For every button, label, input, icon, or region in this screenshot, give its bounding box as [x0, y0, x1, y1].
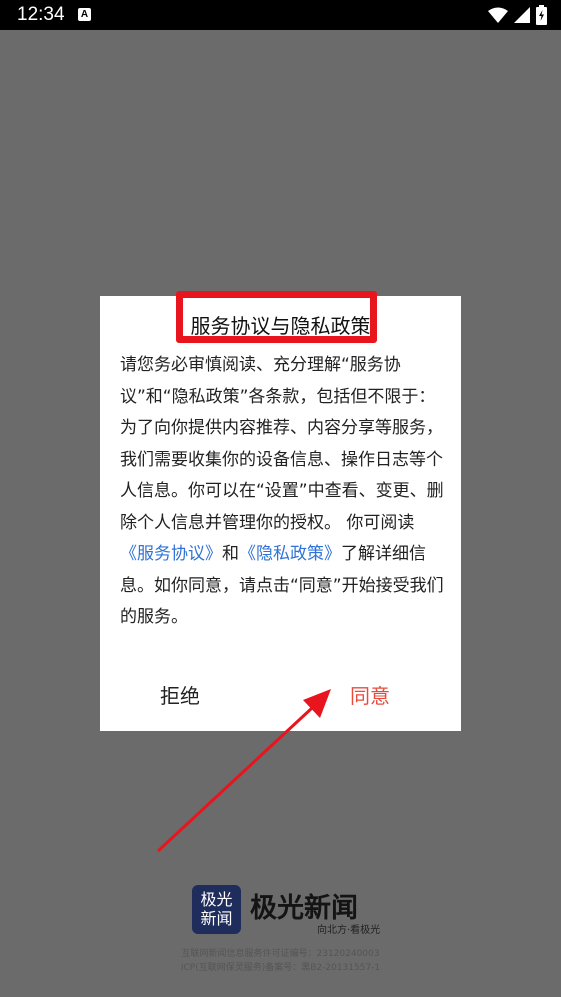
logo-mark: 极光 新闻 [192, 885, 241, 934]
license-line-1: 互联网新闻信息服务许可证编号：23120240003 [181, 949, 380, 959]
brand-logo: 极光 新闻 极光新闻 向北方·看极光 [192, 884, 380, 936]
license-line-2: ICP(互联网保灵服务)备案号：黑B2-20131557-1 [180, 963, 381, 973]
pointer-arrow-icon [156, 689, 331, 853]
brand-name: 极光新闻 [250, 893, 358, 924]
brand-slogan: 向北方·看极光 [317, 925, 381, 936]
logo-mark-line2: 新闻 [200, 909, 233, 928]
logo-mark-line1: 极光 [200, 890, 233, 909]
